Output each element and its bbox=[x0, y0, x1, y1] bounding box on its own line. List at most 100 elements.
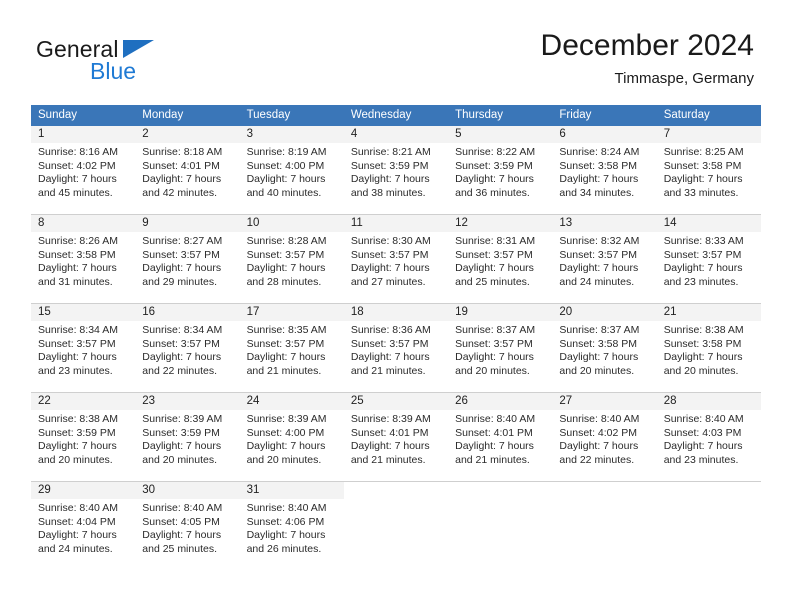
day-cell[interactable]: 6 Sunrise: 8:24 AM Sunset: 3:58 PM Daylight… bbox=[552, 126, 657, 214]
day-cell[interactable]: 19 Sunrise: 8:37 AM Sunset: 3:57 PM Dayligh… bbox=[448, 304, 553, 392]
calendar-grid: Sunday Monday Tuesday Wednesday Thursday Frid… bbox=[31, 105, 761, 570]
day-number: 13 bbox=[552, 215, 657, 232]
day-details: Sunrise: 8:39 AM Sunset: 4:01 PM Daylight:… bbox=[344, 410, 448, 475]
day-cell[interactable]: 16 Sunrise: 8:34 AM Sunset: 3:57 PM Dayligh… bbox=[135, 304, 240, 392]
calendar-week-row: 15 Sunrise: 8:34 AM Sunset: 3:57 PM Dayligh… bbox=[31, 303, 761, 392]
day-detail-daylight1: Daylight: 7 hours bbox=[663, 262, 743, 275]
page-header: General Blue December 2024 Timmaspe, Ger… bbox=[0, 28, 792, 96]
day-details: Sunrise: 8:38 AM Sunset: 3:59 PM Daylight:… bbox=[31, 410, 135, 475]
day-detail-sunset: Sunset: 3:59 PM bbox=[350, 159, 429, 172]
day-number: 8 bbox=[31, 215, 136, 232]
day-cell[interactable]: 22 Sunrise: 8:38 AM Sunset: 3:59 PM Dayligh… bbox=[31, 393, 136, 481]
day-cell[interactable]: 7 Sunrise: 8:25 AM Sunset: 3:58 PM Daylight… bbox=[656, 126, 761, 214]
day-cell[interactable]: 26 Sunrise: 8:40 AM Sunset: 4:01 PM Dayligh… bbox=[448, 393, 553, 481]
day-detail-sunrise: Sunrise: 8:40 AM bbox=[663, 413, 744, 425]
day-cell[interactable]: 5 Sunrise: 8:22 AM Sunset: 3:59 PM Daylight… bbox=[448, 126, 553, 214]
day-details bbox=[344, 499, 448, 510]
day-detail-sunrise: Sunrise: 8:33 AM bbox=[663, 235, 744, 247]
day-details bbox=[552, 499, 656, 510]
day-detail-sunset: Sunset: 3:58 PM bbox=[38, 248, 116, 261]
day-detail-daylight1: Daylight: 7 hours bbox=[246, 262, 326, 275]
day-cell[interactable]: 17 Sunrise: 8:35 AM Sunset: 3:57 PM Dayligh… bbox=[239, 304, 344, 392]
day-cell[interactable]: 28 Sunrise: 8:40 AM Sunset: 4:03 PM Dayligh… bbox=[656, 393, 761, 481]
day-detail-daylight1: Daylight: 7 hours bbox=[38, 440, 117, 453]
day-details: Sunrise: 8:37 AM Sunset: 3:57 PM Daylight:… bbox=[448, 321, 552, 386]
day-detail-sunset: Sunset: 3:59 PM bbox=[38, 426, 116, 439]
day-cell[interactable]: 20 Sunrise: 8:37 AM Sunset: 3:58 PM Dayligh… bbox=[552, 304, 657, 392]
weekday-header-row: Sunday Monday Tuesday Wednesday Thursday Frid… bbox=[31, 105, 761, 126]
weekday-header-wednesday: Wednesday bbox=[350, 109, 412, 121]
day-number: 20 bbox=[552, 304, 657, 321]
day-cell[interactable]: 8 Sunrise: 8:26 AM Sunset: 3:58 PM Daylight… bbox=[31, 215, 136, 303]
day-details: Sunrise: 8:35 AM Sunset: 3:57 PM Daylight:… bbox=[240, 321, 344, 386]
day-details: Sunrise: 8:40 AM Sunset: 4:01 PM Daylight:… bbox=[448, 410, 552, 475]
calendar-weeks: 1 Sunrise: 8:16 AM Sunset: 4:02 PM Daylight… bbox=[31, 126, 761, 570]
day-cell[interactable]: 12 Sunrise: 8:31 AM Sunset: 3:57 PM Dayligh… bbox=[448, 215, 553, 303]
day-cell[interactable]: 3 Sunrise: 8:19 AM Sunset: 4:00 PM Daylight… bbox=[239, 126, 344, 214]
day-number: 30 bbox=[135, 482, 240, 499]
logo-text-blue: Blue bbox=[90, 58, 137, 84]
day-cell[interactable]: 2 Sunrise: 8:18 AM Sunset: 4:01 PM Daylight… bbox=[135, 126, 240, 214]
day-detail-daylight1: Daylight: 7 hours bbox=[455, 440, 534, 453]
day-cell[interactable]: 13 Sunrise: 8:32 AM Sunset: 3:57 PM Dayligh… bbox=[552, 215, 657, 303]
day-cell[interactable]: 4 Sunrise: 8:21 AM Sunset: 3:59 PM Daylight… bbox=[343, 126, 449, 214]
day-detail-sunset: Sunset: 3:57 PM bbox=[350, 337, 429, 350]
day-number: 23 bbox=[135, 393, 240, 410]
day-detail-sunset: Sunset: 3:58 PM bbox=[559, 159, 638, 172]
day-cell[interactable]: 9 Sunrise: 8:27 AM Sunset: 3:57 PM Daylight… bbox=[135, 215, 240, 303]
day-detail-sunrise: Sunrise: 8:25 AM bbox=[663, 146, 744, 158]
day-cell[interactable]: 30 Sunrise: 8:40 AM Sunset: 4:05 PM Dayligh… bbox=[135, 482, 240, 570]
day-cell[interactable]: 10 Sunrise: 8:28 AM Sunset: 3:57 PM Dayligh… bbox=[239, 215, 344, 303]
day-number: 27 bbox=[552, 393, 657, 410]
day-detail-daylight2: and 45 minutes. bbox=[38, 186, 113, 199]
day-cell[interactable]: 18 Sunrise: 8:36 AM Sunset: 3:57 PM Dayligh… bbox=[343, 304, 449, 392]
day-detail-daylight2: and 20 minutes. bbox=[455, 364, 530, 377]
day-cell[interactable]: 14 Sunrise: 8:33 AM Sunset: 3:57 PM Dayligh… bbox=[656, 215, 761, 303]
day-detail-sunset: Sunset: 3:57 PM bbox=[142, 248, 220, 261]
day-cell[interactable]: 11 Sunrise: 8:30 AM Sunset: 3:57 PM Dayligh… bbox=[343, 215, 449, 303]
day-number: 7 bbox=[656, 126, 761, 143]
day-number: 5 bbox=[448, 126, 553, 143]
day-details: Sunrise: 8:22 AM Sunset: 3:59 PM Daylight:… bbox=[448, 143, 552, 208]
day-detail-daylight1: Daylight: 7 hours bbox=[663, 173, 743, 186]
day-details: Sunrise: 8:21 AM Sunset: 3:59 PM Daylight:… bbox=[344, 143, 448, 208]
day-number bbox=[448, 482, 553, 499]
day-cell[interactable]: 31 Sunrise: 8:40 AM Sunset: 4:06 PM Dayligh… bbox=[239, 482, 344, 570]
day-detail-sunrise: Sunrise: 8:22 AM bbox=[455, 146, 536, 158]
day-detail-sunrise: Sunrise: 8:34 AM bbox=[142, 324, 223, 336]
day-details: Sunrise: 8:39 AM Sunset: 4:00 PM Daylight:… bbox=[240, 410, 344, 475]
day-detail-sunrise: Sunrise: 8:40 AM bbox=[455, 413, 536, 425]
day-details: Sunrise: 8:31 AM Sunset: 3:57 PM Daylight:… bbox=[448, 232, 552, 297]
day-detail-sunrise: Sunrise: 8:39 AM bbox=[350, 413, 431, 425]
day-details: Sunrise: 8:30 AM Sunset: 3:57 PM Daylight:… bbox=[344, 232, 448, 297]
day-detail-daylight1: Daylight: 7 hours bbox=[663, 351, 743, 364]
day-cell[interactable]: 21 Sunrise: 8:38 AM Sunset: 3:58 PM Dayligh… bbox=[656, 304, 761, 392]
day-details: Sunrise: 8:18 AM Sunset: 4:01 PM Daylight:… bbox=[135, 143, 239, 208]
day-detail-sunset: Sunset: 3:58 PM bbox=[663, 159, 742, 172]
day-number: 31 bbox=[239, 482, 344, 499]
day-cell[interactable]: 23 Sunrise: 8:39 AM Sunset: 3:59 PM Dayligh… bbox=[135, 393, 240, 481]
day-detail-daylight2: and 27 minutes. bbox=[350, 275, 426, 288]
general-blue-logo[interactable]: General Blue bbox=[36, 36, 216, 88]
day-details: Sunrise: 8:16 AM Sunset: 4:02 PM Daylight:… bbox=[31, 143, 135, 208]
day-cell[interactable]: 1 Sunrise: 8:16 AM Sunset: 4:02 PM Daylight… bbox=[31, 126, 136, 214]
day-cell[interactable]: 24 Sunrise: 8:39 AM Sunset: 4:00 PM Dayligh… bbox=[239, 393, 344, 481]
day-cell[interactable]: 29 Sunrise: 8:40 AM Sunset: 4:04 PM Dayligh… bbox=[31, 482, 136, 570]
weekday-header-monday: Monday bbox=[142, 109, 184, 121]
weekday-header-thursday: Thursday bbox=[455, 109, 504, 121]
day-details: Sunrise: 8:39 AM Sunset: 3:59 PM Daylight:… bbox=[135, 410, 239, 475]
calendar-week-row: 29 Sunrise: 8:40 AM Sunset: 4:04 PM Dayligh… bbox=[31, 481, 761, 570]
day-detail-daylight1: Daylight: 7 hours bbox=[350, 351, 430, 364]
day-detail-daylight2: and 25 minutes. bbox=[142, 542, 217, 555]
location-subtitle: Timmaspe, Germany bbox=[614, 70, 754, 87]
day-detail-sunrise: Sunrise: 8:31 AM bbox=[455, 235, 536, 247]
day-detail-sunset: Sunset: 3:58 PM bbox=[559, 337, 638, 350]
calendar-week-row: 8 Sunrise: 8:26 AM Sunset: 3:58 PM Daylight… bbox=[31, 214, 761, 303]
day-cell[interactable]: 15 Sunrise: 8:34 AM Sunset: 3:57 PM Dayligh… bbox=[31, 304, 136, 392]
day-cell[interactable]: 25 Sunrise: 8:39 AM Sunset: 4:01 PM Dayligh… bbox=[343, 393, 449, 481]
day-cell-empty bbox=[343, 482, 449, 570]
day-detail-sunrise: Sunrise: 8:36 AM bbox=[350, 324, 431, 336]
day-cell[interactable]: 27 Sunrise: 8:40 AM Sunset: 4:02 PM Dayligh… bbox=[552, 393, 657, 481]
day-number: 29 bbox=[31, 482, 136, 499]
day-detail-sunset: Sunset: 4:02 PM bbox=[559, 426, 638, 439]
